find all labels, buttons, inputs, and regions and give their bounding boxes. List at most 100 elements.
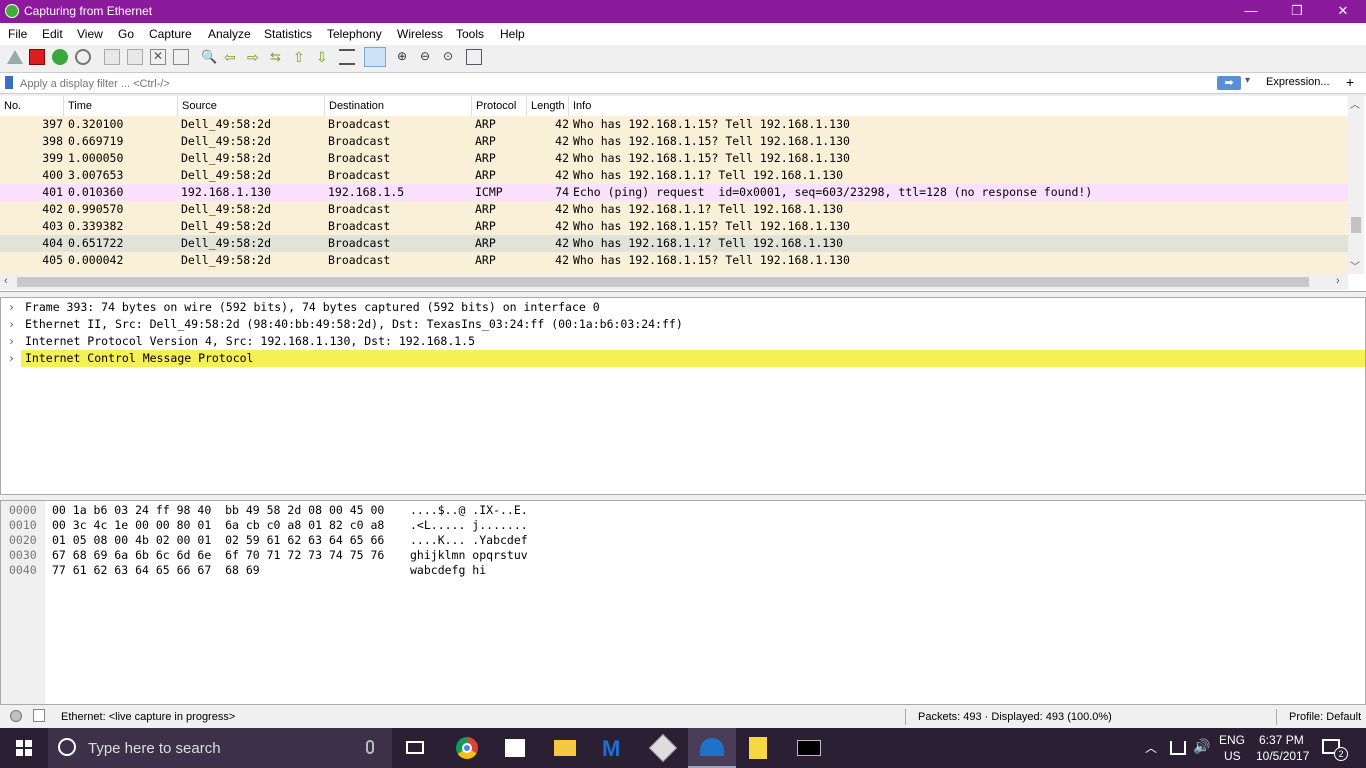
- normal-size-icon[interactable]: ⊙: [443, 49, 459, 65]
- go-back-icon[interactable]: ⇦: [224, 49, 240, 65]
- byte-ascii[interactable]: ghijklmn opqrstuv: [410, 548, 528, 563]
- packet-row[interactable]: 404 0.651722 Dell_49:58:2d Broadcast ARP 42 Wh…: [0, 235, 1348, 252]
- expand-chevron-icon[interactable]: ›: [8, 316, 15, 333]
- byte-hex[interactable]: 01 05 08 00 4b 02 00 01 02 59 61 62 63 6…: [52, 533, 384, 548]
- apply-filter-arrow-icon[interactable]: ➡: [1217, 76, 1241, 90]
- malwarebytes-taskbar-button[interactable]: M: [590, 728, 638, 768]
- byte-hex[interactable]: 77 61 62 63 64 65 66 67 68 69: [52, 563, 260, 578]
- menu-help[interactable]: Help: [500, 27, 525, 41]
- byte-hex[interactable]: 67 68 69 6a 6b 6c 6d 6e 6f 70 71 72 73 7…: [52, 548, 384, 563]
- packet-row[interactable]: 402 0.990570 Dell_49:58:2d Broadcast ARP 42 Wh…: [0, 201, 1348, 218]
- go-to-packet-icon[interactable]: ⇆: [270, 49, 286, 65]
- packet-row[interactable]: 398 0.669719 Dell_49:58:2d Broadcast ARP 42 Wh…: [0, 133, 1348, 150]
- scroll-right-arrow-icon[interactable]: ›: [1336, 275, 1340, 287]
- scroll-down-arrow-icon[interactable]: ﹀: [1350, 258, 1360, 273]
- stop-capture-icon[interactable]: [29, 49, 45, 65]
- network-icon[interactable]: [1170, 741, 1186, 755]
- capture-comment-icon[interactable]: [33, 709, 45, 722]
- display-filter-input[interactable]: [18, 75, 1217, 93]
- windows-start-button[interactable]: [0, 728, 48, 768]
- packet-row[interactable]: 405 0.000042 Dell_49:58:2d Broadcast ARP 42 Wh…: [0, 252, 1348, 269]
- show-hidden-icons-chevron-icon[interactable]: ︿: [1145, 739, 1157, 756]
- column-header-destination[interactable]: Destination: [325, 96, 472, 116]
- packet-row[interactable]: 403 0.339382 Dell_49:58:2d Broadcast ARP 42 Wh…: [0, 218, 1348, 235]
- column-header-info[interactable]: Info: [569, 96, 1348, 116]
- file-explorer-taskbar-button[interactable]: [541, 728, 589, 768]
- wireshark-taskbar-button[interactable]: [688, 728, 736, 768]
- close-file-icon[interactable]: ✕: [150, 49, 166, 65]
- packet-list-horizontal-scrollbar[interactable]: ‹ ›: [0, 274, 1348, 290]
- scroll-up-arrow-icon[interactable]: ︿: [1350, 96, 1360, 111]
- scroll-left-arrow-icon[interactable]: ‹: [4, 275, 8, 287]
- microphone-icon[interactable]: [366, 740, 374, 754]
- save-file-icon[interactable]: [127, 49, 143, 65]
- close-button[interactable]: ✕: [1320, 0, 1366, 23]
- byte-hex[interactable]: 00 1a b6 03 24 ff 98 40 bb 49 58 2d 08 0…: [52, 503, 384, 518]
- menu-edit[interactable]: Edit: [42, 27, 63, 41]
- zoom-in-icon[interactable]: ⊕: [397, 49, 413, 65]
- packet-list-vertical-scrollbar[interactable]: ︿ ﹀: [1348, 96, 1364, 274]
- chrome-taskbar-button[interactable]: [443, 728, 491, 768]
- open-file-icon[interactable]: [104, 49, 120, 65]
- filter-history-dropdown-icon[interactable]: ▾: [1245, 75, 1250, 86]
- menu-wireless[interactable]: Wireless: [397, 27, 443, 41]
- column-header-time[interactable]: Time: [64, 96, 178, 116]
- taskbar-search-box[interactable]: Type here to search: [48, 728, 392, 768]
- input-language[interactable]: ENG: [1219, 733, 1245, 747]
- restart-capture-icon[interactable]: [52, 49, 68, 65]
- virtualbox-taskbar-button[interactable]: [639, 728, 687, 768]
- packet-row[interactable]: 399 1.000050 Dell_49:58:2d Broadcast ARP 42 Wh…: [0, 150, 1348, 167]
- colorize-toggle-icon[interactable]: [364, 47, 386, 67]
- zoom-out-icon[interactable]: ⊖: [420, 49, 436, 65]
- menu-tools[interactable]: Tools: [456, 27, 484, 41]
- notes-taskbar-button[interactable]: [735, 728, 783, 768]
- input-region[interactable]: US: [1224, 749, 1241, 763]
- profile-text[interactable]: Profile: Default: [1289, 711, 1361, 723]
- column-header-protocol[interactable]: Protocol: [472, 96, 527, 116]
- add-filter-button[interactable]: +: [1346, 74, 1354, 90]
- command-prompt-taskbar-button[interactable]: [785, 728, 833, 768]
- reload-file-icon[interactable]: [173, 49, 189, 65]
- last-packet-icon[interactable]: ⇩: [316, 49, 332, 65]
- packet-row[interactable]: 400 3.007653 Dell_49:58:2d Broadcast ARP 42 Wh…: [0, 167, 1348, 184]
- column-header-source[interactable]: Source: [178, 96, 325, 116]
- byte-ascii[interactable]: ....$..@ .IX-..E.: [410, 503, 528, 518]
- volume-icon[interactable]: 🔊: [1193, 738, 1210, 755]
- minimize-button[interactable]: —: [1228, 0, 1274, 23]
- detail-tree-item[interactable]: › Internet Protocol Version 4, Src: 192.1…: [1, 333, 1365, 350]
- byte-ascii[interactable]: ....K... .Yabcdef: [410, 533, 528, 548]
- packet-row[interactable]: 401 0.010360 192.168.1.130 192.168.1.5 ICMP 7…: [0, 184, 1348, 201]
- column-header-length[interactable]: Length: [527, 96, 569, 116]
- detail-tree-item[interactable]: › Ethernet II, Src: Dell_49:58:2d (98:40:…: [1, 316, 1365, 333]
- expand-chevron-icon[interactable]: ›: [8, 350, 15, 367]
- resize-columns-icon[interactable]: [466, 49, 482, 65]
- expression-button[interactable]: Expression...: [1266, 76, 1330, 88]
- capture-options-icon[interactable]: [75, 49, 91, 65]
- bookmark-icon[interactable]: [5, 76, 13, 89]
- menu-capture[interactable]: Capture: [149, 27, 192, 41]
- byte-ascii[interactable]: .<L..... j.......: [410, 518, 528, 533]
- expert-info-icon[interactable]: [10, 710, 22, 722]
- horizontal-scroll-thumb[interactable]: [17, 277, 1309, 287]
- packet-row[interactable]: 397 0.320100 Dell_49:58:2d Broadcast ARP 42 Wh…: [0, 116, 1348, 133]
- menu-statistics[interactable]: Statistics: [264, 27, 312, 41]
- menu-view[interactable]: View: [77, 27, 103, 41]
- menu-analyze[interactable]: Analyze: [208, 27, 251, 41]
- column-header-no[interactable]: No.: [0, 96, 64, 116]
- expand-chevron-icon[interactable]: ›: [8, 333, 15, 350]
- byte-hex[interactable]: 00 3c 4c 1e 00 00 80 01 6a cb c0 a8 01 8…: [52, 518, 384, 533]
- task-view-button[interactable]: [392, 728, 440, 768]
- vertical-scroll-thumb[interactable]: [1351, 217, 1361, 233]
- detail-tree-item[interactable]: › Frame 393: 74 bytes on wire (592 bits),…: [1, 299, 1365, 316]
- store-taskbar-button[interactable]: [491, 728, 539, 768]
- first-packet-icon[interactable]: ⇧: [293, 49, 309, 65]
- start-capture-icon[interactable]: [7, 50, 23, 64]
- go-forward-icon[interactable]: ⇨: [247, 49, 263, 65]
- detail-tree-item[interactable]: › Internet Control Message Protocol: [8, 350, 1365, 367]
- find-packet-icon[interactable]: 🔍: [201, 49, 217, 65]
- clock-date[interactable]: 10/5/2017: [1256, 749, 1309, 763]
- byte-ascii[interactable]: wabcdefg hi: [410, 563, 486, 578]
- auto-scroll-icon[interactable]: [339, 49, 355, 65]
- expand-chevron-icon[interactable]: ›: [8, 299, 15, 316]
- restore-button[interactable]: ❐: [1274, 0, 1320, 23]
